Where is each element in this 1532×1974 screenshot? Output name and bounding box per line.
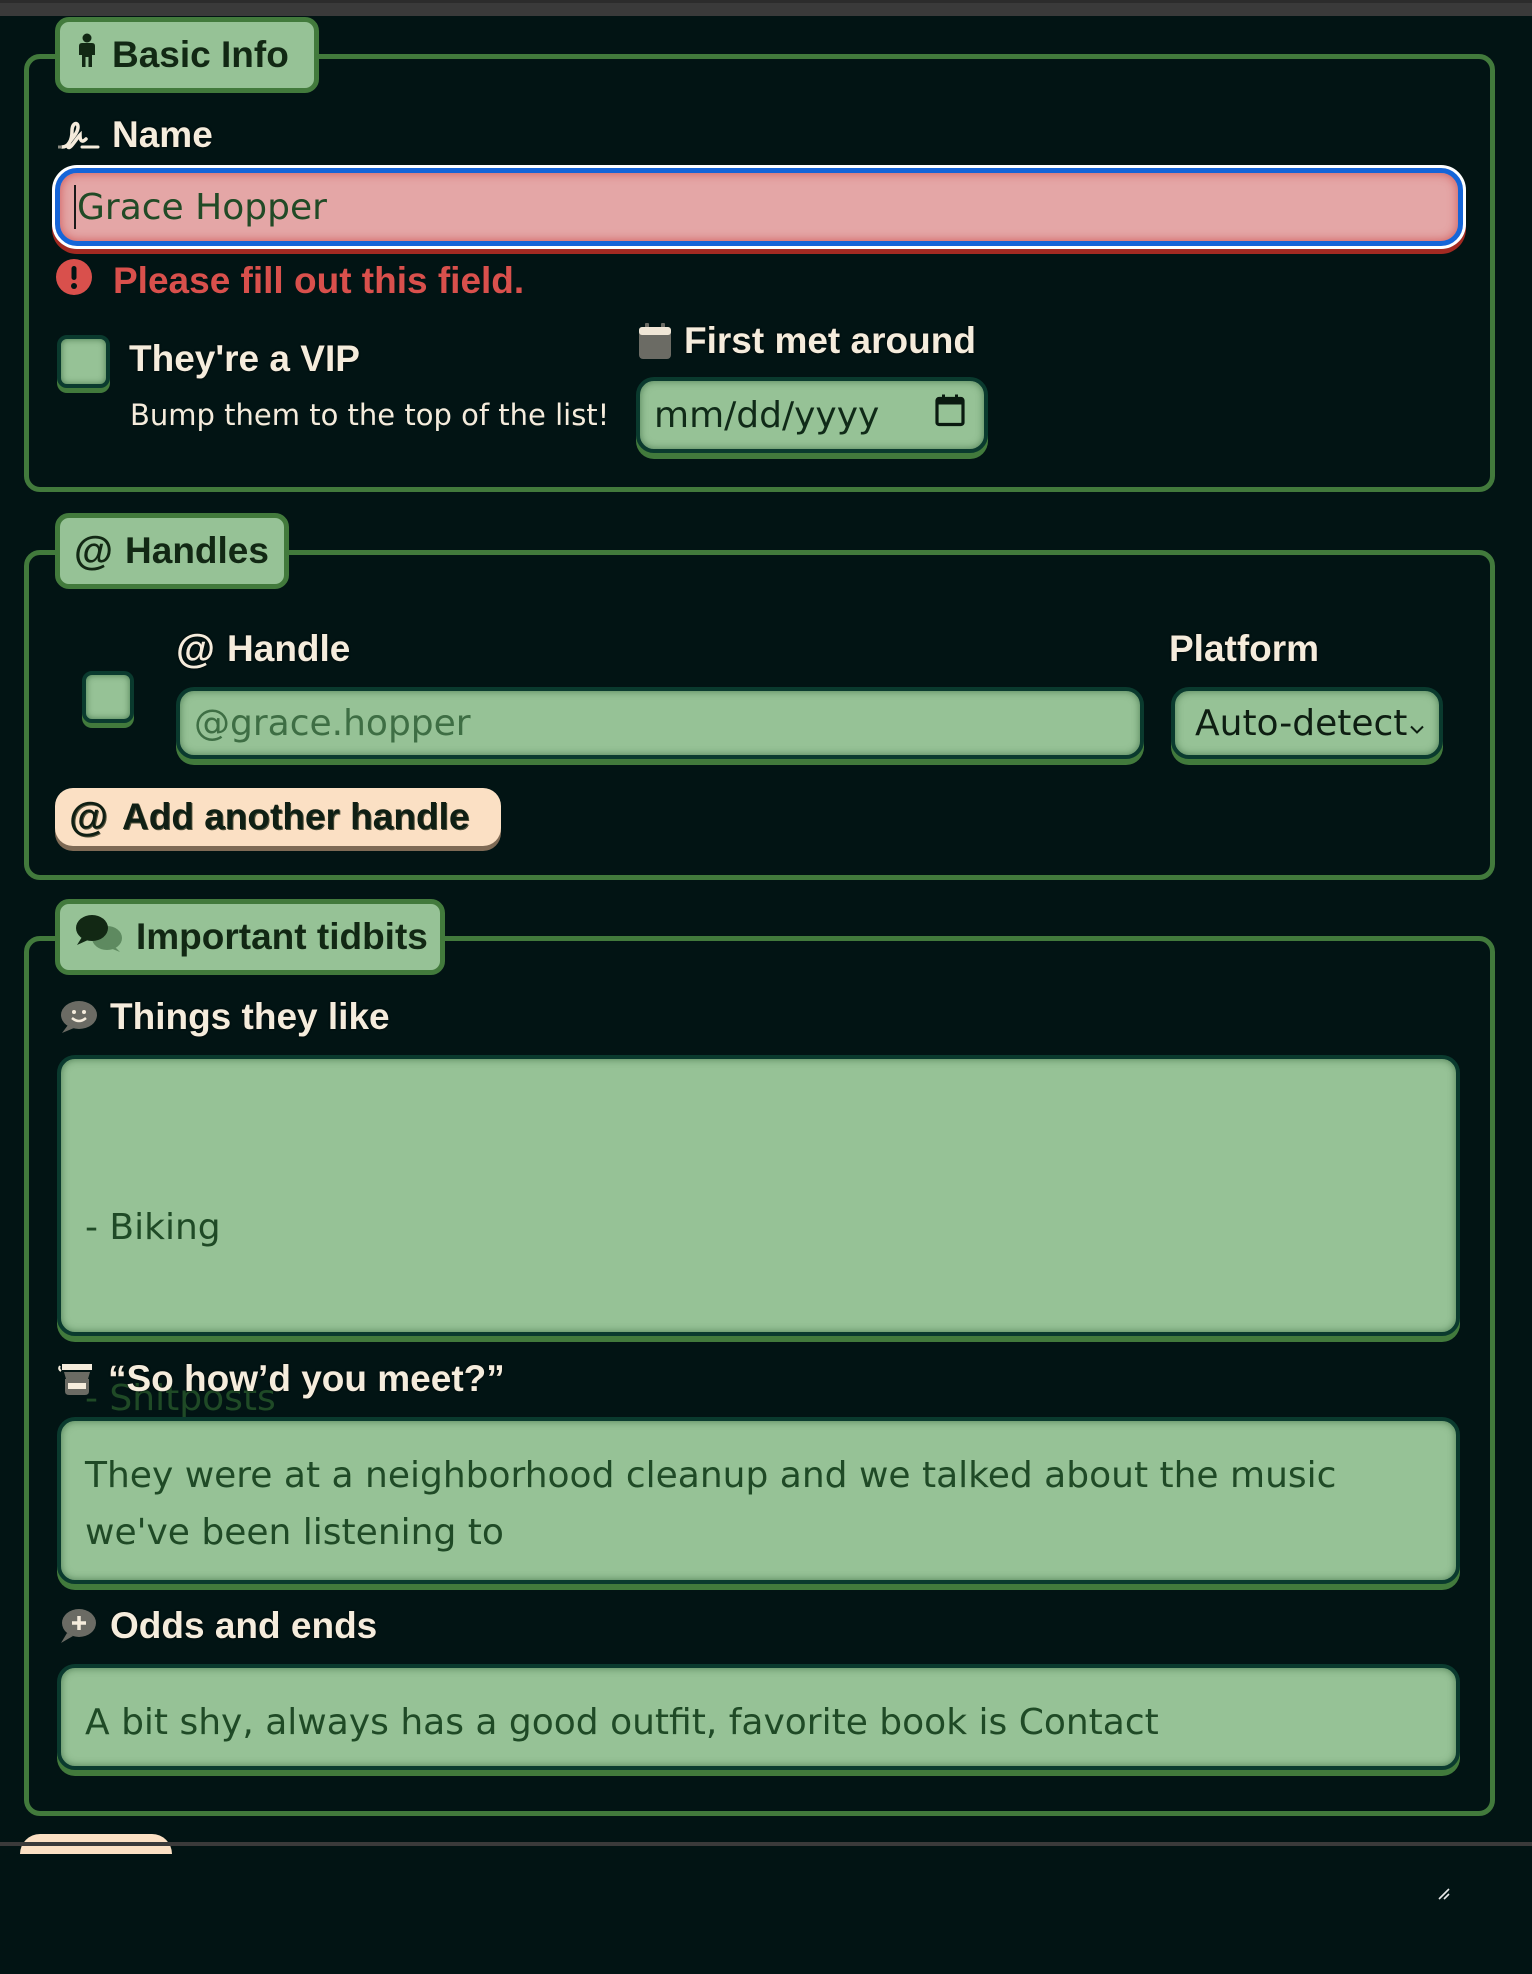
platform-select[interactable]: Auto-detect	[1171, 687, 1443, 759]
name-label-text: Name	[112, 114, 213, 155]
handle-row-checkbox[interactable]	[82, 671, 134, 723]
resize-handle-icon[interactable]	[1436, 1312, 1450, 1466]
first-met-label: First met around	[638, 318, 976, 364]
at-icon: @	[74, 528, 114, 573]
odds-label-text: Odds and ends	[110, 1605, 378, 1646]
person-icon	[74, 33, 100, 78]
handles-legend-text: Handles	[125, 530, 269, 571]
vip-description: Bump them to the top of the list!	[130, 398, 610, 432]
vip-checkbox[interactable]	[57, 335, 110, 388]
resize-handle-icon[interactable]	[1436, 1560, 1450, 1714]
chevron-down-icon	[1409, 703, 1425, 744]
name-label: Name	[58, 112, 213, 158]
smiley-bubble-icon	[58, 999, 98, 1035]
odds-textarea-value: A bit shy, always has a good outfit, fav…	[85, 1702, 1159, 1743]
plus-bubble-icon	[58, 1607, 98, 1645]
text-caret	[74, 185, 76, 229]
first-met-date-input[interactable]: mm/dd/yyyy	[636, 377, 988, 453]
likes-label-text: Things they like	[110, 996, 390, 1037]
likes-label: Things they like	[58, 994, 390, 1040]
likes-textarea[interactable]: - Biking - Shitposts - Funk - When The A…	[57, 1055, 1460, 1761]
basic-info-legend: Basic Info	[55, 17, 319, 93]
meet-label: “So how’d you meet?”	[58, 1356, 505, 1402]
add-handle-text: Add another handle	[122, 796, 470, 837]
calendar-icon	[638, 322, 672, 360]
handle-label: @ Handle	[176, 626, 350, 672]
meet-label-text: “So how’d you meet?”	[108, 1358, 505, 1399]
calendar-outline-icon[interactable]	[934, 394, 966, 437]
error-text: Please fill out this field.	[113, 260, 525, 301]
name-input[interactable]: Grace Hopper	[55, 168, 1463, 246]
at-icon: @	[69, 794, 109, 839]
platform-label: Platform	[1169, 628, 1320, 669]
handle-placeholder: @grace.hopper	[194, 702, 471, 744]
name-input-value: Grace Hopper	[77, 186, 327, 228]
vip-label[interactable]: They're a VIP	[129, 336, 360, 382]
window-top-bar	[0, 0, 1532, 16]
add-another-handle-button[interactable]: @ Add another handle	[55, 788, 501, 846]
tidbits-legend: Important tidbits	[55, 899, 445, 975]
name-error-message: Please fill out this field.	[55, 258, 524, 304]
signature-icon	[58, 117, 100, 153]
handles-legend: @ Handles	[55, 513, 289, 589]
tidbits-legend-text: Important tidbits	[136, 916, 428, 957]
odds-label: Odds and ends	[58, 1603, 377, 1649]
vip-label-text: They're a VIP	[129, 338, 360, 379]
handle-label-text: Handle	[227, 628, 351, 669]
handle-input[interactable]: @grace.hopper	[176, 687, 1144, 759]
likes-line: - Biking	[85, 1207, 221, 1248]
at-icon: @	[176, 626, 216, 671]
window-bottom-bar	[0, 1842, 1532, 1846]
coffee-pot-icon	[58, 1361, 96, 1397]
first-met-label-text: First met around	[684, 320, 976, 361]
chat-bubbles-icon	[74, 913, 124, 962]
exclamation-circle-icon	[55, 258, 93, 305]
meet-textarea[interactable]: They were at a neighborhood cleanup and …	[57, 1417, 1460, 1714]
resize-handle-icon[interactable]	[1436, 1746, 1450, 1900]
meet-textarea-value: They were at a neighborhood cleanup and …	[85, 1455, 1348, 1553]
platform-selected-value: Auto-detect	[1195, 702, 1408, 744]
odds-textarea[interactable]: A bit shy, always has a good outfit, fav…	[57, 1664, 1460, 1900]
date-placeholder: mm/dd/yyyy	[654, 394, 880, 436]
basic-info-legend-text: Basic Info	[112, 34, 289, 75]
